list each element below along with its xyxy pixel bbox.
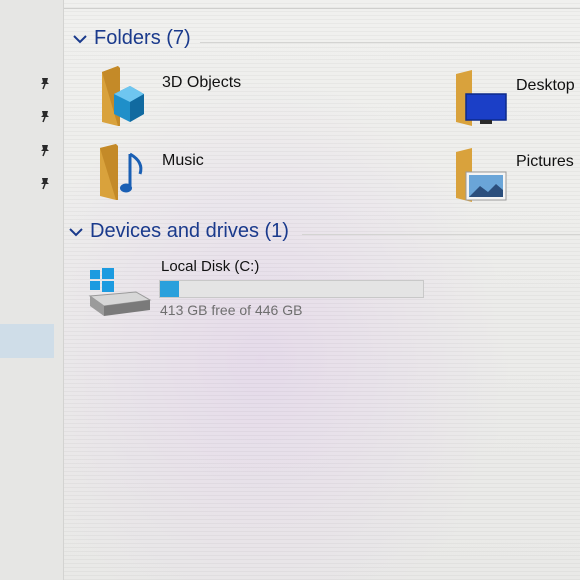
nav-selected-item[interactable] — [0, 324, 54, 358]
folder-name: Pictures — [516, 153, 574, 170]
pin-icon[interactable] — [38, 176, 52, 190]
chevron-down-icon — [69, 227, 83, 236]
devices-group-header[interactable]: Devices and drives (1) — [68, 220, 289, 243]
folders-group-title: Folders (7) — [94, 27, 191, 49]
drive-free-space: 413 GB free of 446 GB — [160, 302, 303, 318]
folder-name: Music — [162, 152, 204, 169]
navigation-pane — [0, 0, 64, 580]
group-divider — [302, 234, 580, 235]
folder-item-pictures[interactable]: Pictures — [452, 144, 580, 206]
folder-name: Desktop — [516, 77, 575, 94]
folder-name: 3D Objects — [162, 74, 242, 91]
pictures-folder-icon — [456, 148, 507, 202]
top-divider — [64, 8, 580, 9]
pin-icon[interactable] — [38, 143, 52, 157]
windows-drive-icon — [88, 268, 152, 316]
folder-item-music[interactable]: Music — [96, 140, 266, 204]
devices-group-title: Devices and drives (1) — [90, 220, 289, 242]
drive-name: Local Disk (C:) — [161, 258, 260, 275]
chevron-down-icon — [73, 34, 87, 43]
pane-divider[interactable] — [63, 0, 64, 580]
music-folder-icon — [100, 144, 143, 200]
desktop-folder-icon — [456, 70, 507, 126]
file-explorer-window: Folders (7) 3D Objects Desktop Music Pic… — [0, 0, 580, 580]
3d-objects-folder-icon — [102, 66, 144, 126]
drive-usage-bar — [159, 280, 424, 298]
pin-icon[interactable] — [38, 109, 52, 123]
folders-group-header[interactable]: Folders (7) — [72, 27, 191, 50]
folder-item-desktop[interactable]: Desktop — [452, 66, 580, 132]
folder-item-3d-objects[interactable]: 3D Objects — [96, 62, 266, 132]
drive-usage-fill — [160, 281, 180, 297]
pin-icon[interactable] — [38, 76, 52, 90]
group-divider — [200, 42, 580, 43]
